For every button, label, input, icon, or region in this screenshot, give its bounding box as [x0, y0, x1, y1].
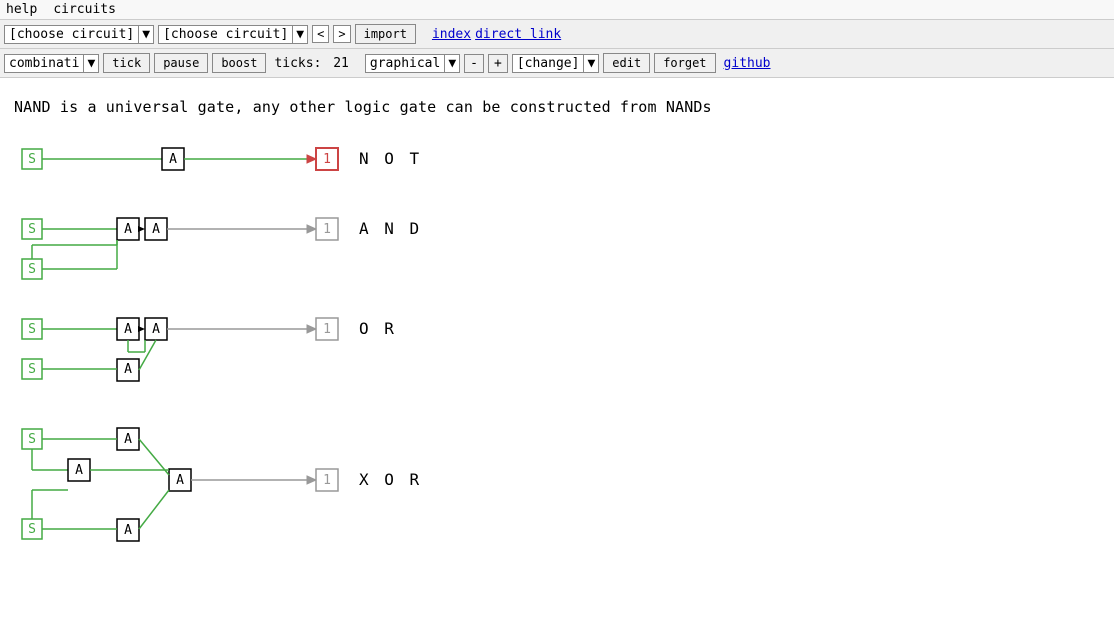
main-content: NAND is a universal gate, any other logi… [0, 78, 1114, 600]
svg-text:A: A [124, 222, 132, 237]
nav-fwd-button[interactable]: > [333, 25, 350, 43]
minus-button[interactable]: - [464, 54, 484, 73]
svg-text:A: A [75, 463, 83, 478]
svg-text:S: S [28, 152, 36, 167]
svg-text:A: A [169, 152, 177, 167]
svg-text:1: 1 [323, 473, 331, 488]
tick-button[interactable]: tick [103, 53, 150, 73]
boost-button[interactable]: boost [212, 53, 266, 73]
svg-text:N O T: N O T [359, 149, 422, 168]
combinati-arrow[interactable]: ▼ [83, 55, 98, 72]
not-circuit: S A 1 N O T [14, 140, 1100, 190]
svg-text:1: 1 [323, 152, 331, 167]
and-circuit: S A A 1 A N D S [14, 210, 1100, 290]
svg-text:X O R: X O R [359, 470, 422, 489]
svg-text:S: S [28, 322, 36, 337]
xor-circuit-svg: S A A A S A [14, 420, 454, 550]
svg-text:S: S [28, 362, 36, 377]
xor-circuit: S A A A S A [14, 420, 1100, 550]
svg-text:A: A [124, 523, 132, 538]
change-select[interactable]: [change] ▼ [512, 54, 599, 73]
index-link[interactable]: index [432, 27, 471, 42]
intro-text: NAND is a universal gate, any other logi… [14, 98, 1100, 116]
or-circuit-svg: S A A 1 O R S A [14, 310, 454, 390]
graphical-arrow[interactable]: ▼ [444, 55, 459, 72]
choose-circuit-2-arrow[interactable]: ▼ [292, 26, 307, 43]
svg-text:S: S [28, 432, 36, 447]
svg-text:O R: O R [359, 319, 397, 338]
svg-text:A: A [124, 362, 132, 377]
svg-text:A: A [176, 473, 184, 488]
ticks-label: ticks: 21 [274, 56, 348, 71]
and-circuit-svg: S A A 1 A N D S [14, 210, 454, 280]
forget-button[interactable]: forget [654, 53, 715, 73]
svg-text:1: 1 [323, 222, 331, 237]
svg-text:A: A [152, 222, 160, 237]
svg-text:A: A [152, 322, 160, 337]
svg-text:S: S [28, 262, 36, 277]
import-button[interactable]: import [355, 24, 416, 44]
choose-circuit-1-select[interactable]: [choose circuit] ▼ [4, 25, 154, 44]
plus-button[interactable]: + [488, 54, 508, 73]
svg-text:S: S [28, 522, 36, 537]
change-arrow[interactable]: ▼ [583, 55, 598, 72]
menu-bar: help circuits [0, 0, 1114, 20]
github-link[interactable]: github [724, 56, 771, 71]
svg-text:A: A [124, 432, 132, 447]
circuits-menu[interactable]: circuits [53, 2, 116, 17]
svg-text:A: A [124, 322, 132, 337]
toolbar1: [choose circuit] ▼ [choose circuit] ▼ < … [0, 20, 1114, 49]
direct-link-link[interactable]: direct link [475, 27, 561, 42]
choose-circuit-2-select[interactable]: [choose circuit] ▼ [158, 25, 308, 44]
toolbar2: combinati ▼ tick pause boost ticks: 21 g… [0, 49, 1114, 78]
help-menu[interactable]: help [6, 2, 37, 17]
graphical-select[interactable]: graphical ▼ [365, 54, 460, 73]
nav-back-button[interactable]: < [312, 25, 329, 43]
choose-circuit-1-arrow[interactable]: ▼ [138, 26, 153, 43]
pause-button[interactable]: pause [154, 53, 208, 73]
svg-text:1: 1 [323, 322, 331, 337]
svg-text:A N D: A N D [359, 219, 422, 238]
not-circuit-svg: S A 1 N O T [14, 140, 454, 180]
or-circuit: S A A 1 O R S A [14, 310, 1100, 400]
edit-button[interactable]: edit [603, 53, 650, 73]
svg-text:S: S [28, 222, 36, 237]
combinati-select[interactable]: combinati ▼ [4, 54, 99, 73]
